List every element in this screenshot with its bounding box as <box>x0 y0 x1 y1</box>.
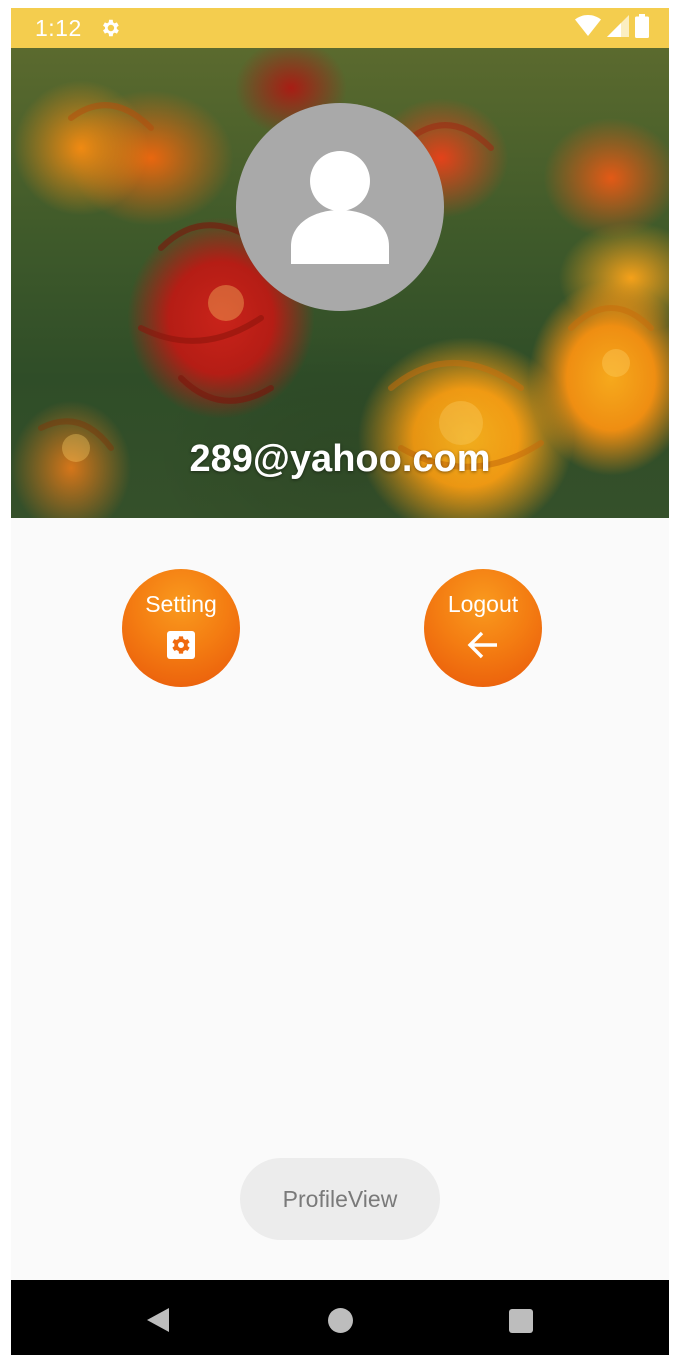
wifi-icon <box>575 14 601 42</box>
battery-icon <box>635 13 649 43</box>
arrow-left-icon <box>467 629 499 661</box>
status-icons <box>575 13 649 43</box>
user-email: 289@yahoo.com <box>189 438 491 480</box>
navigation-bar <box>11 1280 669 1355</box>
profile-header: 289@yahoo.com <box>11 48 669 518</box>
phone-screen: 1:12 289@yahoo.com Setting Logout Profil… <box>11 8 669 1355</box>
gear-icon <box>165 629 197 661</box>
setting-button[interactable]: Setting <box>122 569 240 687</box>
back-triangle-icon[interactable] <box>145 1306 171 1334</box>
status-bar: 1:12 <box>11 8 669 48</box>
person-icon <box>291 151 389 264</box>
settings-gear-icon <box>99 17 121 39</box>
recents-square-icon[interactable] <box>509 1309 533 1333</box>
setting-button-label: Setting <box>145 591 217 617</box>
logout-button-label: Logout <box>447 591 519 617</box>
toast-message: ProfileView <box>240 1158 440 1240</box>
home-circle-icon[interactable] <box>328 1308 353 1333</box>
cellular-signal-icon <box>607 14 629 42</box>
avatar[interactable] <box>236 103 444 311</box>
logout-button[interactable]: Logout <box>424 569 542 687</box>
status-time: 1:12 <box>35 15 82 41</box>
